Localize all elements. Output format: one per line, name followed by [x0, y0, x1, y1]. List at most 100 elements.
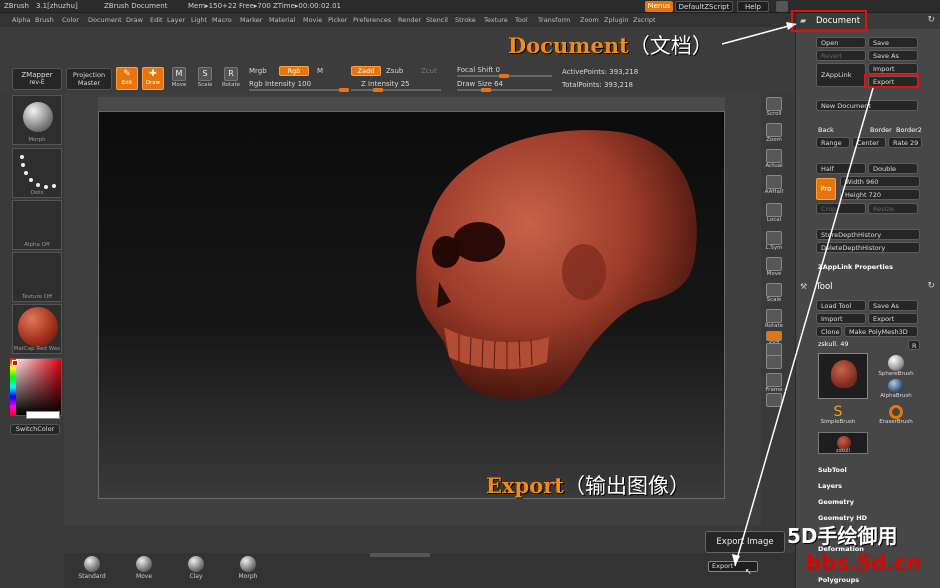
menu-render[interactable]: Render: [398, 16, 421, 24]
move-button[interactable]: M Move: [168, 67, 190, 88]
subtool-section[interactable]: SubTool: [818, 466, 847, 474]
rbar-scroll-button[interactable]: Scroll: [762, 97, 786, 117]
back-label[interactable]: Back: [818, 126, 834, 134]
resize-button[interactable]: Resize: [868, 203, 918, 214]
menu-texture[interactable]: Texture: [484, 16, 508, 24]
texture-thumbnail[interactable]: Texture Off: [12, 252, 62, 302]
export-tool-button[interactable]: Export: [868, 313, 918, 324]
save-as-button[interactable]: Save As: [868, 50, 918, 61]
geometry-section[interactable]: Geometry: [818, 498, 854, 506]
menu-transform[interactable]: Transform: [538, 16, 570, 24]
menu-color[interactable]: Color: [62, 16, 79, 24]
import-button[interactable]: Import: [868, 63, 918, 74]
mrgb-button[interactable]: Mrgb: [249, 67, 267, 75]
delete-depth-history-button[interactable]: DeleteDepthHistory: [816, 242, 920, 253]
brush-standard[interactable]: Standard: [72, 556, 112, 580]
new-document-button[interactable]: New Document: [816, 100, 918, 111]
menu-document[interactable]: Document: [88, 16, 122, 24]
menu-tool[interactable]: Tool: [515, 16, 528, 24]
menu-brush[interactable]: Brush: [35, 16, 54, 24]
brush-move[interactable]: Move: [124, 556, 164, 580]
zapplink-button[interactable]: ZAppLink: [816, 63, 866, 87]
menu-stroke[interactable]: Stroke: [455, 16, 476, 24]
draw-button[interactable]: ✚ Draw: [142, 67, 164, 90]
import-tool-button[interactable]: Import: [816, 313, 866, 324]
menu-movie[interactable]: Movie: [303, 16, 322, 24]
menu-draw[interactable]: Draw: [126, 16, 143, 24]
zmapper-button[interactable]: ZMapper rev-E: [12, 68, 62, 90]
rbar-zoom-button[interactable]: Zoom: [762, 123, 786, 143]
center-slider[interactable]: Center: [852, 137, 886, 148]
menu-alpha[interactable]: Alpha: [12, 16, 30, 24]
menu-zscript[interactable]: Zscript: [633, 16, 656, 24]
rbar-aahalf-button[interactable]: AAHalf: [762, 175, 786, 195]
projection-master-button[interactable]: Projection Master: [66, 68, 112, 90]
menus-button[interactable]: Menus: [645, 1, 673, 12]
menu-stencil[interactable]: Stencil: [426, 16, 448, 24]
tool-alphabrush[interactable]: AlphaBrush: [876, 379, 916, 399]
edit-button[interactable]: ✎ Edit: [116, 67, 138, 90]
tool-spherebrush[interactable]: SphereBrush: [876, 353, 916, 377]
menu-zplugin[interactable]: Zplugin: [604, 16, 629, 24]
make-polymesh-button[interactable]: Make PolyMesh3D: [844, 326, 918, 337]
scale-button[interactable]: S Scale: [194, 67, 216, 88]
crop-button[interactable]: Crop: [816, 203, 866, 214]
menu-macro[interactable]: Macro: [212, 16, 232, 24]
pro-button[interactable]: Pro: [816, 178, 836, 200]
rbar-frame-button[interactable]: Frame: [762, 373, 786, 393]
polygroups-section[interactable]: Polygroups: [818, 576, 859, 584]
z-intensity-slider[interactable]: [351, 88, 441, 92]
zadd-button[interactable]: Zadd: [351, 66, 381, 76]
rgb-intensity-knob[interactable]: [339, 88, 349, 92]
material-thumbnail[interactable]: MatCap Red Wax: [12, 304, 62, 354]
rbar-tool-13-button[interactable]: [762, 393, 786, 407]
layers-section[interactable]: Layers: [818, 482, 842, 490]
hue-strip[interactable]: [10, 358, 16, 416]
menu-marker[interactable]: Marker: [240, 16, 262, 24]
tool-simplebrush[interactable]: S SimpleBrush: [818, 405, 858, 425]
main-color-swatch[interactable]: [12, 360, 18, 366]
zapplink-properties[interactable]: ZAppLink Properties: [818, 263, 893, 271]
alpha-thumbnail[interactable]: Alpha Off: [12, 200, 62, 250]
focal-shift-slider[interactable]: [457, 74, 552, 78]
brush-thumbnail[interactable]: Morph: [12, 95, 62, 145]
zcut-button[interactable]: Zcut: [421, 67, 437, 75]
zsub-button[interactable]: Zsub: [386, 67, 403, 75]
r-button[interactable]: R: [908, 340, 920, 350]
revert-button[interactable]: Revert: [816, 50, 866, 61]
switch-color-button[interactable]: SwitchColor: [10, 424, 60, 435]
tool-eraserbrush[interactable]: EraserBrush: [876, 405, 916, 425]
tool-reset-icon[interactable]: ↻: [927, 281, 935, 291]
load-tool-button[interactable]: Load Tool: [816, 300, 866, 311]
save-as-tool-button[interactable]: Save As: [868, 300, 918, 311]
border2-label[interactable]: Border2: [896, 126, 922, 134]
tool-zskull-small[interactable]: zskull: [818, 432, 868, 454]
color-picker[interactable]: [10, 358, 62, 416]
rbar-local-button[interactable]: Local: [762, 203, 786, 223]
save-button[interactable]: Save: [868, 37, 918, 48]
rbar-l-sym-button[interactable]: L.Sym: [762, 231, 786, 251]
width-slider[interactable]: Width 960: [840, 176, 920, 187]
stroke-thumbnail[interactable]: Dots: [12, 148, 62, 198]
rbar-rotate-button[interactable]: Rotate: [762, 309, 786, 329]
shelf-toggle-handle[interactable]: [370, 553, 430, 557]
border-label[interactable]: Border: [870, 126, 892, 134]
open-button[interactable]: Open: [816, 37, 866, 48]
menu-light[interactable]: Light: [191, 16, 207, 24]
rbar-tool-11-button[interactable]: [762, 355, 786, 369]
rotate-button[interactable]: R Rotate: [220, 67, 242, 88]
rbar-scale-button[interactable]: Scale: [762, 283, 786, 303]
help-button[interactable]: Help: [737, 1, 769, 12]
menu-preferences[interactable]: Preferences: [353, 16, 391, 24]
rbar-actual-button[interactable]: Actual: [762, 149, 786, 169]
store-depth-history-button[interactable]: StoreDepthHistory: [816, 229, 920, 240]
brush-clay[interactable]: Clay: [176, 556, 216, 580]
draw-size-knob[interactable]: [481, 88, 491, 92]
menu-material[interactable]: Material: [269, 16, 295, 24]
half-button[interactable]: Half: [816, 163, 866, 174]
current-tool-slider[interactable]: zskull. 49: [818, 340, 849, 348]
focal-shift-knob[interactable]: [499, 74, 509, 78]
menu-layer[interactable]: Layer: [167, 16, 185, 24]
secondary-color-swatch[interactable]: [26, 411, 60, 419]
range-slider[interactable]: Range: [816, 137, 850, 148]
